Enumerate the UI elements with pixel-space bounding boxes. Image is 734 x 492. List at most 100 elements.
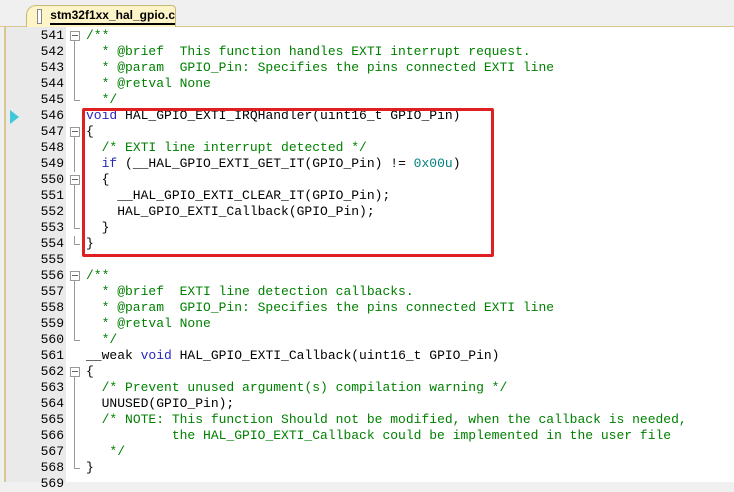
line-number: 563 xyxy=(40,380,64,395)
code-text: /* NOTE: This function Should not be mod… xyxy=(86,412,687,428)
code-line[interactable]: 556 /** xyxy=(6,268,734,284)
code-line[interactable]: 568} xyxy=(6,460,734,476)
comment-token: * @param GPIO_Pin: Specifies the pins co… xyxy=(86,60,555,75)
fold-line xyxy=(68,236,82,252)
line-number: 548 xyxy=(40,140,64,155)
code-text: */ xyxy=(86,92,118,108)
comment-token: the HAL_GPIO_EXTI_Callback could be impl… xyxy=(86,428,672,443)
code-token: { xyxy=(86,364,94,379)
fold-line xyxy=(68,76,82,92)
fold-line xyxy=(68,60,82,76)
fold-line xyxy=(68,220,82,236)
code-text: */ xyxy=(86,332,118,348)
keyword-token: void xyxy=(140,348,172,363)
code-text: UNUSED(GPIO_Pin); xyxy=(86,396,235,412)
fold-line xyxy=(68,92,82,108)
line-number: 554 xyxy=(40,236,64,251)
comment-token: * @param GPIO_Pin: Specifies the pins co… xyxy=(86,300,555,315)
code-line[interactable]: 558 * @param GPIO_Pin: Specifies the pin… xyxy=(6,300,734,316)
line-number: 567 xyxy=(40,444,64,459)
comment-token: * @retval None xyxy=(86,316,211,331)
code-line[interactable]: 542 * @brief This function handles EXTI … xyxy=(6,44,734,60)
line-number: 541 xyxy=(40,28,64,43)
code-token: __weak xyxy=(86,348,141,363)
fold-line xyxy=(68,380,82,396)
code-text: * @brief This function handles EXTI inte… xyxy=(86,44,531,60)
comment-token: * @brief This function handles EXTI inte… xyxy=(86,44,531,59)
current-line-arrow-icon xyxy=(10,110,19,124)
line-number: 566 xyxy=(40,428,64,443)
line-number: 568 xyxy=(40,460,64,475)
line-number: 542 xyxy=(40,44,64,59)
code-line[interactable]: 545 */ xyxy=(6,92,734,108)
line-number: 551 xyxy=(40,188,64,203)
code-text: __weak void HAL_GPIO_EXTI_Callback(uint1… xyxy=(86,348,499,364)
fold-line xyxy=(68,444,82,460)
fold-line xyxy=(68,300,82,316)
code-line[interactable]: 559 * @retval None xyxy=(6,316,734,332)
line-number: 545 xyxy=(40,92,64,107)
code-text: /** xyxy=(86,28,109,44)
tab-file[interactable]: stm32f1xx_hal_gpio.c xyxy=(26,5,176,27)
comment-token: * @brief EXTI line detection callbacks. xyxy=(86,284,414,299)
fold-line xyxy=(68,460,82,476)
tab-label: stm32f1xx_hal_gpio.c xyxy=(50,8,175,25)
line-number: 546 xyxy=(40,108,64,123)
fold-collapse-icon[interactable] xyxy=(68,28,82,44)
line-number: 561 xyxy=(40,348,64,363)
code-token: UNUSED(GPIO_Pin); xyxy=(86,396,235,411)
fold-line xyxy=(68,348,82,364)
file-icon xyxy=(37,9,43,24)
line-number: 550 xyxy=(40,172,64,187)
code-line[interactable]: 569 xyxy=(6,476,734,492)
fold-collapse-icon[interactable] xyxy=(68,268,82,284)
comment-token: * @retval None xyxy=(86,76,211,91)
line-number: 562 xyxy=(40,364,64,379)
code-text: * @param GPIO_Pin: Specifies the pins co… xyxy=(86,60,554,76)
code-token: } xyxy=(86,460,94,475)
line-number: 547 xyxy=(40,124,64,139)
code-line[interactable]: 543 * @param GPIO_Pin: Specifies the pin… xyxy=(6,60,734,76)
code-text: */ xyxy=(86,444,125,460)
code-line[interactable]: 561 __weak void HAL_GPIO_EXTI_Callback(ui… xyxy=(6,348,734,364)
line-number: 544 xyxy=(40,76,64,91)
code-editor[interactable]: 541/** 542 * @brief This function handles… xyxy=(4,27,734,491)
line-number: 569 xyxy=(40,476,64,491)
code-token: HAL_GPIO_EXTI_Callback(uint16_t GPIO_Pin… xyxy=(171,348,500,363)
tab-bar: stm32f1xx_hal_gpio.c xyxy=(0,0,734,27)
code-line[interactable]: 567 */ xyxy=(6,444,734,460)
code-line[interactable]: 564 UNUSED(GPIO_Pin); xyxy=(6,396,734,412)
comment-token: */ xyxy=(86,332,118,347)
line-number: 555 xyxy=(40,252,64,267)
fold-line xyxy=(68,284,82,300)
code-text: * @brief EXTI line detection callbacks. xyxy=(86,284,414,300)
fold-collapse-icon[interactable] xyxy=(68,172,82,188)
fold-line xyxy=(68,108,82,124)
line-number: 564 xyxy=(40,396,64,411)
code-line[interactable]: 560 */ xyxy=(6,332,734,348)
line-number: 549 xyxy=(40,156,64,171)
code-line[interactable]: 565 /* NOTE: This function Should not be… xyxy=(6,412,734,428)
line-number: 558 xyxy=(40,300,64,315)
code-line[interactable]: 544 * @retval None xyxy=(6,76,734,92)
code-line[interactable]: 541 /** xyxy=(6,28,734,44)
fold-line xyxy=(68,252,82,268)
fold-collapse-icon[interactable] xyxy=(68,124,82,140)
code-line[interactable]: 566 the HAL_GPIO_EXTI_Callback could be … xyxy=(6,428,734,444)
code-line[interactable]: 563 /* Prevent unused argument(s) compil… xyxy=(6,380,734,396)
code-text: { xyxy=(86,364,94,380)
code-line[interactable]: 557 * @brief EXTI line detection callbac… xyxy=(6,284,734,300)
comment-token: /* NOTE: This function Should not be mod… xyxy=(101,412,687,427)
code-text: * @param GPIO_Pin: Specifies the pins co… xyxy=(86,300,554,316)
fold-line xyxy=(68,316,82,332)
line-number: 565 xyxy=(40,412,64,427)
code-line[interactable]: 562 { xyxy=(6,364,734,380)
code-text: /** xyxy=(86,268,109,284)
code-text: * @retval None xyxy=(86,316,211,332)
fold-line xyxy=(68,188,82,204)
fold-collapse-icon[interactable] xyxy=(68,364,82,380)
comment-token: /** xyxy=(86,28,110,43)
fold-line xyxy=(68,140,82,156)
